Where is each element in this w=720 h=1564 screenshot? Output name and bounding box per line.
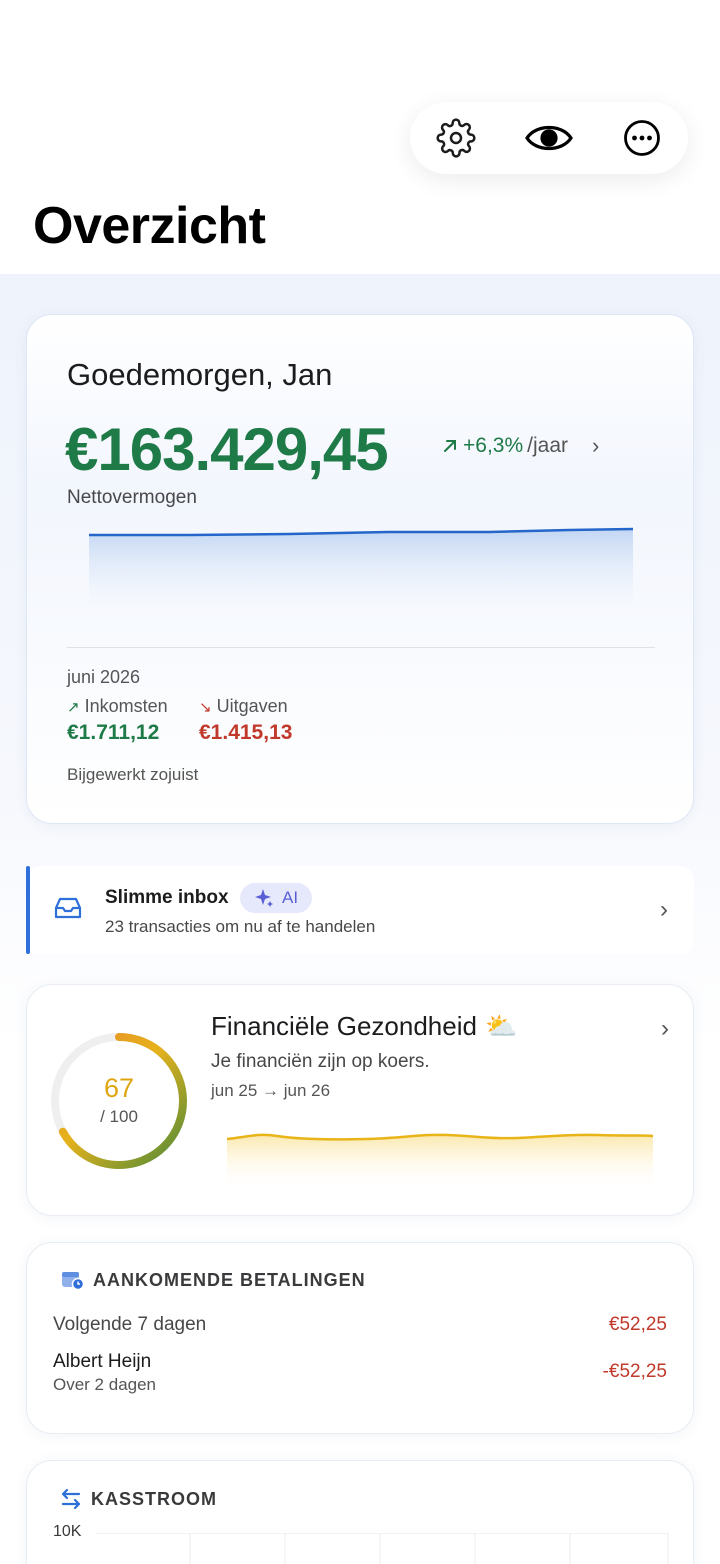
- sparkle-icon: [255, 889, 273, 907]
- inbox-title: Slimme inbox: [105, 887, 229, 908]
- payment-amount: -€52,25: [602, 1361, 667, 1382]
- expense-label: Uitgaven: [216, 696, 288, 716]
- chevron-right-icon: ›: [660, 896, 668, 923]
- expense-label-row: ↘ Uitgaven: [199, 696, 288, 717]
- inbox-accent-bar: [26, 866, 30, 954]
- more-icon: [623, 120, 660, 156]
- net-worth-label: Nettovermogen: [67, 487, 197, 508]
- gear-icon: [436, 118, 476, 158]
- expense-value: €1.415,13: [199, 721, 293, 744]
- arrow-down-right-icon: ↘: [199, 699, 212, 716]
- net-worth-sparkline: [89, 527, 633, 625]
- chevron-right-icon: ›: [592, 433, 600, 458]
- health-sparkline-area: [227, 1134, 653, 1191]
- sun-cloud-icon: ⛅: [484, 1011, 518, 1041]
- updated-status: Bijgewerkt zojuist: [67, 765, 199, 784]
- eye-icon: [525, 125, 573, 151]
- sparkline-area: [89, 529, 633, 625]
- health-sparkline: [227, 1133, 653, 1191]
- current-month: juni 2026: [67, 667, 141, 687]
- ai-badge: AI: [240, 883, 313, 913]
- calendar-clock-icon: [62, 1272, 85, 1291]
- income-value: €1.711,12: [67, 721, 160, 744]
- ai-badge-label: AI: [282, 888, 299, 907]
- growth-value: +6,3%: [463, 434, 524, 457]
- growth-unit: /jaar: [527, 434, 568, 457]
- page-title: Overzicht: [33, 197, 266, 255]
- health-title: Financiële Gezondheid: [211, 1011, 477, 1041]
- income-label-row: ↗ Inkomsten: [67, 696, 168, 717]
- inbox-tray-icon: [54, 897, 82, 919]
- visibility-toggle-button[interactable]: [519, 108, 579, 168]
- upcoming-header: AANKOMENDE BETALINGEN: [61, 1269, 366, 1291]
- cashflow-header: KASSTROOM: [59, 1487, 217, 1511]
- upcoming-heading: AANKOMENDE BETALINGEN: [93, 1269, 366, 1290]
- inbox-subtitle: 23 transacties om nu af te handelen: [105, 917, 376, 936]
- cashflow-heading: KASSTROOM: [91, 1488, 217, 1509]
- income-label: Inkomsten: [84, 696, 168, 716]
- growth-indicator[interactable]: +6,3% /jaar ›: [441, 433, 599, 459]
- swap-arrows-icon: [61, 1488, 81, 1510]
- greeting: Goedemorgen, Jan: [67, 357, 333, 392]
- health-date-range: jun 25 → jun 26: [211, 1081, 331, 1100]
- cashflow-axis-tick: 10K: [53, 1523, 82, 1540]
- upcoming-payments-card[interactable]: AANKOMENDE BETALINGEN Volgende 7 dagen €…: [26, 1242, 694, 1434]
- net-worth-amount: €163.429,45: [65, 416, 389, 483]
- health-title-row: Financiële Gezondheid ⛅: [211, 1011, 517, 1042]
- arrow-up-right-icon: ↗: [67, 699, 80, 716]
- financial-health-card[interactable]: 67 / 100 Financiële Gezondheid ⛅ Je fina…: [26, 984, 694, 1216]
- chevron-right-icon: ›: [661, 1015, 669, 1042]
- health-score: 67: [103, 1073, 135, 1103]
- card-divider: [67, 647, 655, 648]
- upcoming-period-label: Volgende 7 dagen: [53, 1314, 207, 1335]
- smart-inbox-row[interactable]: Slimme inbox AI 23 transacties om nu af …: [26, 866, 694, 954]
- arrow-up-right-icon: [444, 440, 456, 452]
- cashflow-chart-grid: [95, 1533, 669, 1564]
- payment-when: Over 2 dagen: [53, 1375, 157, 1394]
- payment-name: Albert Heijn: [53, 1351, 152, 1372]
- more-options-button[interactable]: [612, 108, 672, 168]
- settings-button[interactable]: [426, 108, 486, 168]
- health-subtitle: Je financiën zijn op koers.: [211, 1051, 430, 1072]
- top-action-bar: [410, 102, 688, 174]
- upcoming-period-total: €52,25: [608, 1314, 667, 1335]
- health-score-max: / 100: [100, 1107, 138, 1126]
- net-worth-card[interactable]: Goedemorgen, Jan €163.429,45 +6,3% /jaar…: [26, 314, 694, 824]
- cashflow-card[interactable]: KASSTROOM 10K: [26, 1460, 694, 1564]
